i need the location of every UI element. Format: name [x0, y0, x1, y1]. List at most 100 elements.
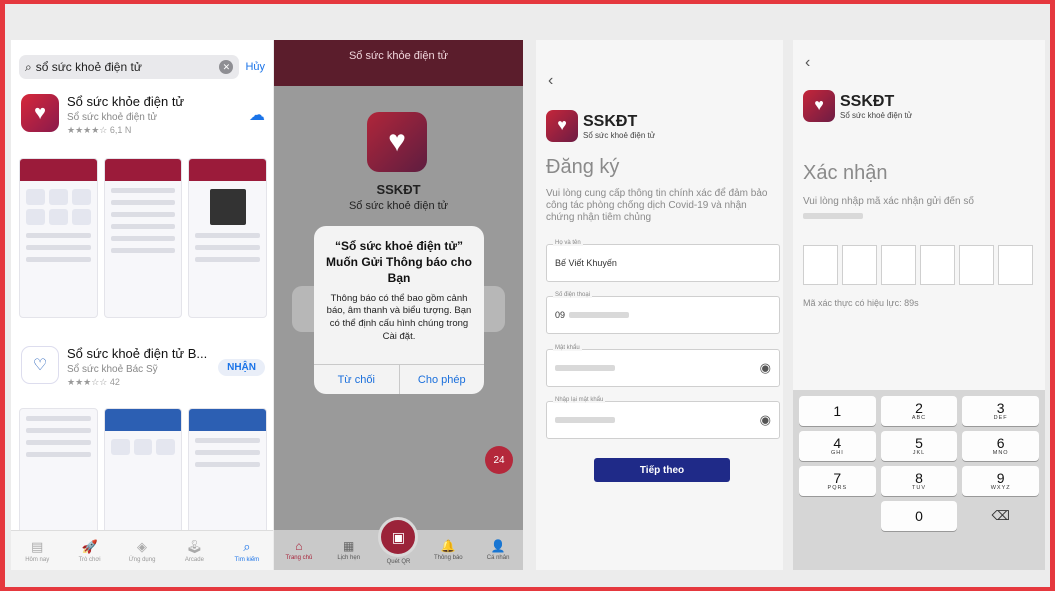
- page-description: Vui lòng nhập mã xác nhận gửi đến số: [803, 196, 974, 207]
- brand-subtitle: Sổ sức khoẻ điện tử: [840, 110, 913, 120]
- eye-icon[interactable]: ◉: [760, 360, 771, 376]
- screenshot-frame: ⌕ sổ sức khoẻ điện tử ✕ Hủy ♥ Sổ sức khỏ…: [5, 4, 1050, 587]
- key-blank: [799, 501, 876, 531]
- search-icon: ⌕: [243, 538, 251, 554]
- app-result-1[interactable]: ♥ Sổ sức khỏe điện tử Sổ sức khoẻ điện t…: [21, 94, 265, 136]
- tab-scan-qr[interactable]: ▣ Quét QR: [374, 517, 424, 570]
- numeric-keypad: 1 2 ABC 3 DEF 4 GHI 5 JKL 6 MNO 7 PQRS 8 TUV 9W…: [793, 390, 1045, 570]
- back-arrow-icon[interactable]: ‹: [548, 72, 553, 90]
- calendar-icon: ▦: [343, 539, 355, 553]
- apps-stack-icon: ◈: [137, 538, 148, 554]
- page-title: Xác nhận: [803, 162, 888, 184]
- otp-digit[interactable]: [842, 245, 877, 285]
- app-tabbar: ⌂ Trang chủ ▦ Lịch hẹn ▣ Quét QR 🔔 Thông báo…: [274, 517, 523, 570]
- clear-icon[interactable]: ✕: [219, 60, 234, 74]
- heart-logo-icon: ♥: [546, 110, 578, 142]
- otp-digit[interactable]: [881, 245, 916, 285]
- app-rating: ★★★☆☆ 42: [67, 377, 120, 387]
- doctor-app-icon: ♡: [21, 346, 59, 384]
- tab-search[interactable]: ⌕ Tìm kiếm: [221, 531, 273, 570]
- confirm-password-field[interactable]: Nhập lại mật khẩu ◉: [546, 397, 780, 439]
- user-icon: 👤: [490, 539, 506, 553]
- app-result-2[interactable]: ♡ Sổ sức khoẻ điện tử B... Sổ sức khoẻ B…: [21, 346, 265, 388]
- fullname-field[interactable]: Họ và tên Bế Viết Khuyến: [546, 240, 780, 282]
- otp-digit[interactable]: [959, 245, 994, 285]
- password-field[interactable]: Mật khẩu ◉: [546, 345, 780, 387]
- key-0[interactable]: 0: [880, 501, 958, 531]
- app-name: Sổ sức khỏe điện tử: [67, 94, 185, 109]
- brand-title: SSKĐT: [583, 112, 638, 130]
- notification-alert: “Sổ sức khoẻ điện tử” Muốn Gửi Thông báo…: [314, 226, 484, 394]
- brand-block: ♥ SSKĐT Sổ sức khoẻ điện tử: [803, 90, 912, 122]
- eye-icon[interactable]: ◉: [760, 412, 771, 428]
- appstore-tabbar: ▤ Hôm nay 🚀 Trò chơi ◈ Ứng dụng 🕹 Arcade ⌕ Tì…: [11, 530, 273, 570]
- tab-apps[interactable]: ◈ Ứng dụng: [116, 531, 168, 570]
- brand-title: SSKĐT: [376, 182, 421, 197]
- alert-message: Thông báo có thể bao gồm cảnh báo, âm th…: [326, 292, 472, 342]
- tab-notifications[interactable]: 🔔 Thông báo: [423, 530, 473, 570]
- search-row: ⌕ sổ sức khoẻ điện tử ✕ Hủy: [19, 54, 265, 80]
- heart-logo-icon: ♥: [367, 112, 427, 172]
- deny-button[interactable]: Từ chối: [314, 365, 400, 394]
- otp-validity: Mã xác thực có hiệu lực: 89s: [803, 298, 919, 308]
- next-button[interactable]: Tiếp theo: [594, 458, 730, 482]
- otp-digit[interactable]: [803, 245, 838, 285]
- tab-profile[interactable]: 👤 Cá nhân: [473, 530, 523, 570]
- key-6[interactable]: 6 MNO: [962, 431, 1039, 461]
- register-screen: ‹ ♥ SSKĐT Sổ sức khoẻ điện tử Đăng ký Vu…: [536, 40, 783, 570]
- key-3[interactable]: 3 DEF: [962, 396, 1039, 426]
- otp-screen: ‹ ♥ SSKĐT Sổ sức khoẻ điện tử Xác nhận V…: [793, 40, 1045, 570]
- app-subtitle: Sổ sức khoẻ Bác Sỹ: [67, 364, 158, 375]
- tab-appointments[interactable]: ▦ Lịch hẹn: [324, 530, 374, 570]
- tab-arcade[interactable]: 🕹 Arcade: [168, 531, 220, 570]
- cloud-download-icon[interactable]: ☁: [249, 105, 265, 125]
- app-screenshots-1: [19, 158, 268, 318]
- screenshot-thumb: [188, 158, 268, 318]
- search-input[interactable]: ⌕ sổ sức khoẻ điện tử ✕: [19, 55, 240, 79]
- brand-title: SSKĐT: [840, 92, 895, 110]
- tab-games[interactable]: 🚀 Trò chơi: [63, 531, 115, 570]
- tab-today[interactable]: ▤ Hôm nay: [11, 531, 63, 570]
- app-header: Sổ sức khỏe điện tử: [274, 40, 523, 86]
- alert-title: “Sổ sức khoẻ điện tử” Muốn Gửi Thông báo…: [326, 239, 472, 286]
- masked-phone: [803, 213, 863, 219]
- get-button[interactable]: NHẬN: [218, 358, 265, 376]
- appstore-screen: ⌕ sổ sức khoẻ điện tử ✕ Hủy ♥ Sổ sức khỏ…: [11, 40, 273, 570]
- rocket-icon: 🚀: [81, 538, 98, 554]
- key-2[interactable]: 2 ABC: [880, 396, 958, 426]
- otp-digit[interactable]: [920, 245, 955, 285]
- key-1[interactable]: 1: [799, 396, 876, 426]
- allow-button[interactable]: Cho phép: [400, 365, 485, 394]
- home-icon: ⌂: [295, 539, 303, 553]
- back-arrow-icon[interactable]: ‹: [805, 54, 810, 72]
- backspace-icon[interactable]: ⌫: [962, 501, 1039, 531]
- key-4[interactable]: 4 GHI: [799, 431, 876, 461]
- app-name: Sổ sức khoẻ điện tử B...: [67, 346, 208, 361]
- key-7[interactable]: 7 PQRS: [799, 466, 876, 496]
- app-rating: ★★★★☆ 6,1 N: [67, 125, 132, 135]
- heart-app-icon: ♥: [21, 94, 59, 132]
- otp-digit[interactable]: [998, 245, 1033, 285]
- screenshot-thumb: [103, 158, 183, 318]
- page-description: Vui lòng cung cấp thông tin chính xác để…: [546, 188, 768, 223]
- bell-icon: 🔔: [440, 539, 456, 553]
- otp-inputs: [803, 245, 1033, 285]
- cancel-button[interactable]: Hủy: [245, 61, 265, 73]
- brand-block: ♥ SSKĐT Sổ sức khoẻ điện tử: [546, 110, 655, 142]
- brand-subtitle: Sổ sức khoẻ điện tử: [348, 200, 449, 212]
- today-icon: ▤: [31, 538, 44, 554]
- screenshot-thumb: [19, 158, 98, 318]
- arcade-icon: 🕹: [186, 538, 203, 554]
- key-8[interactable]: 8 TUV: [880, 466, 958, 496]
- key-5[interactable]: 5 JKL: [880, 431, 958, 461]
- key-9[interactable]: 9 WXYZ: [962, 466, 1039, 496]
- brand-subtitle: Sổ sức khoẻ điện tử: [583, 130, 656, 140]
- notification-screen: Sổ sức khỏe điện tử ♥ SSKĐT Sổ sức khoẻ …: [274, 40, 523, 570]
- hotline-button[interactable]: 24: [485, 446, 513, 474]
- phone-field[interactable]: Số điện thoại 09: [546, 292, 780, 334]
- app-subtitle: Sổ sức khoẻ điện tử: [67, 112, 158, 123]
- tab-home[interactable]: ⌂ Trang chủ: [274, 530, 324, 570]
- search-value: sổ sức khoẻ điện tử: [35, 60, 142, 74]
- heart-logo-icon: ♥: [803, 90, 835, 122]
- qr-code-icon: ▣: [378, 517, 419, 557]
